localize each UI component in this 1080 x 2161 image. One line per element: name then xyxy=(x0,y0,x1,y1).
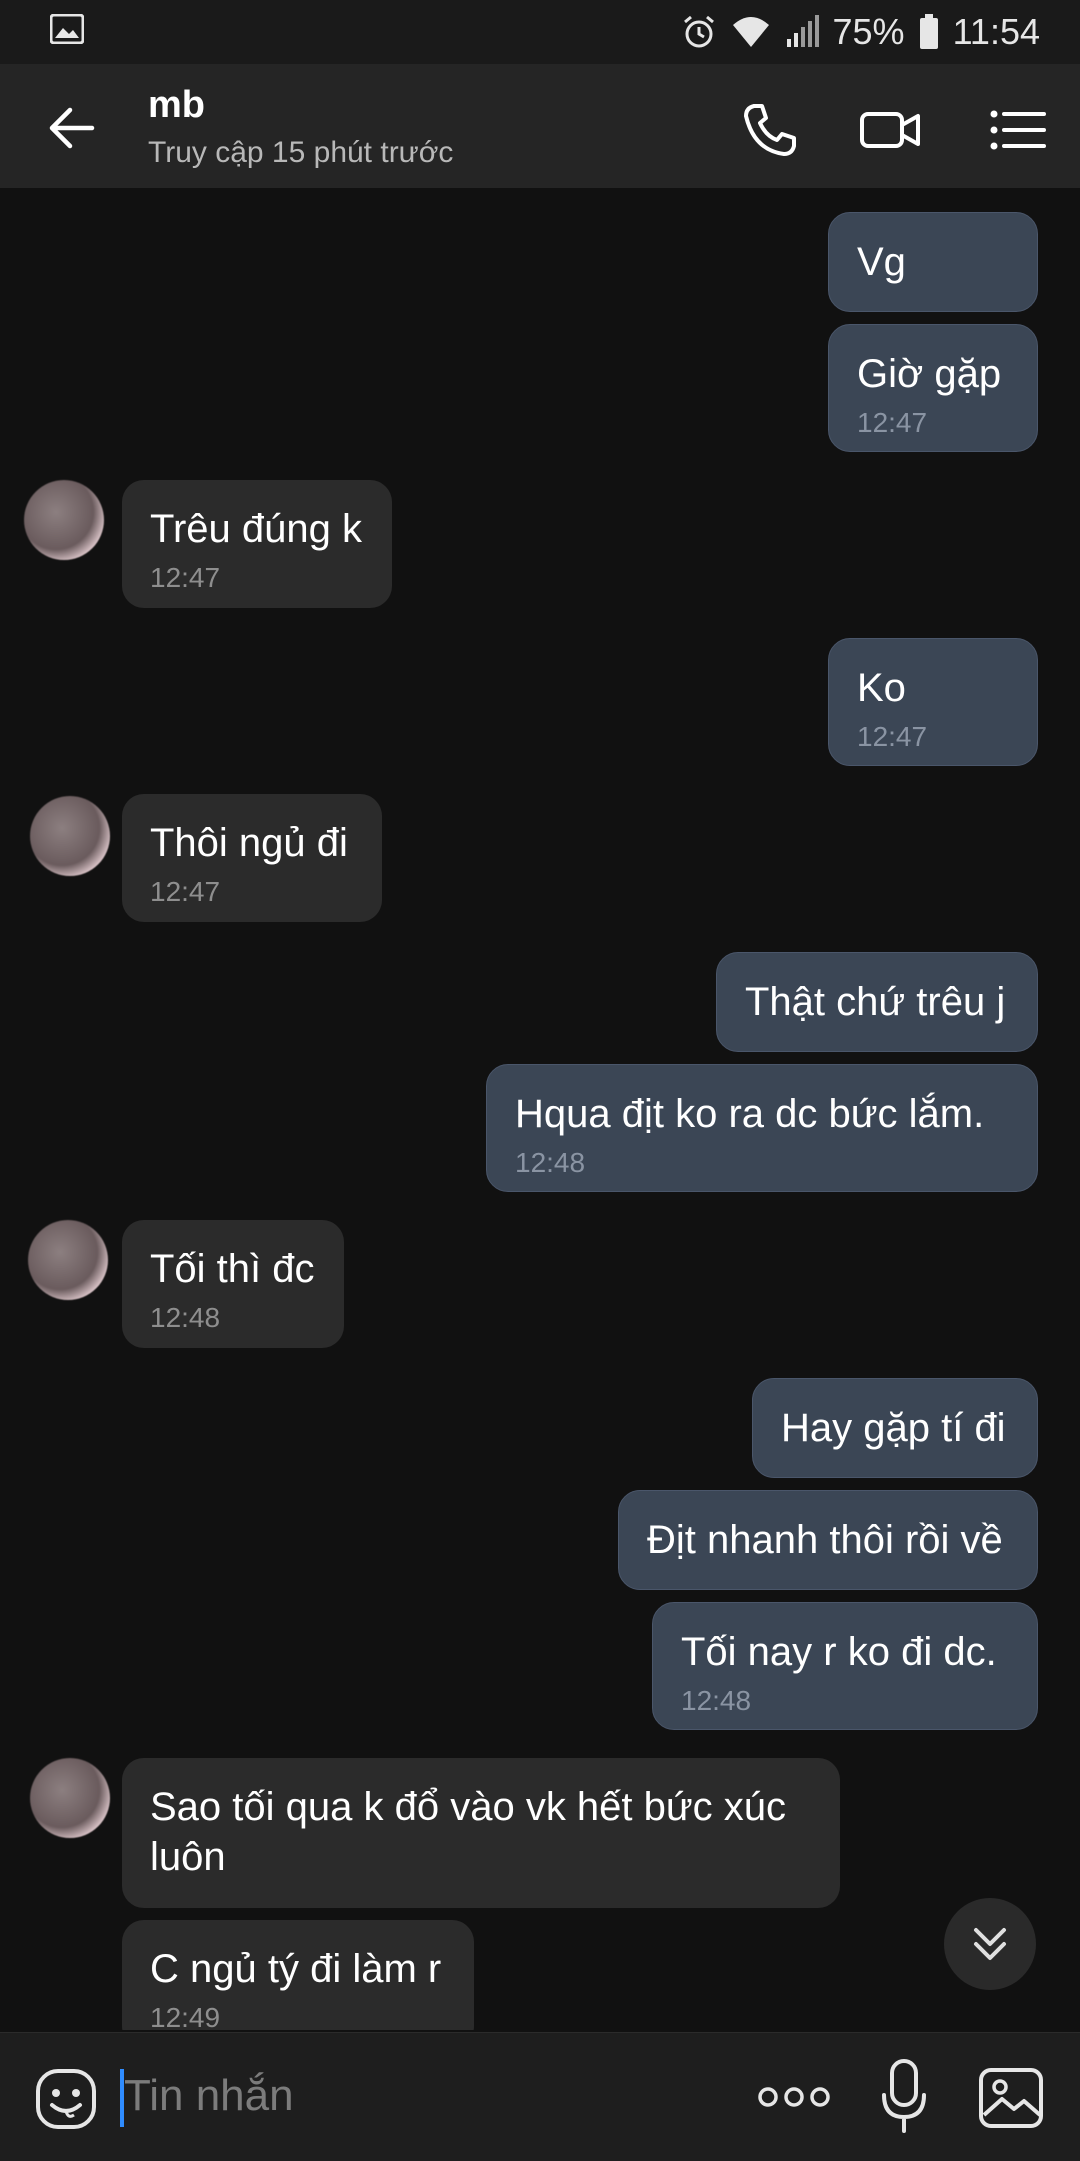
alarm-icon xyxy=(683,15,714,48)
message-outgoing[interactable]: Giờ gặp 12:47 xyxy=(828,324,1038,452)
message-time: 12:47 xyxy=(857,407,928,438)
message-time: 12:48 xyxy=(515,1147,586,1178)
battery-percent: 75% xyxy=(832,11,905,52)
message-outgoing[interactable]: Hay gặp tí đi xyxy=(752,1378,1038,1478)
message-incoming[interactable]: Tối thì đc 12:48 xyxy=(122,1220,344,1348)
scroll-to-bottom-button[interactable] xyxy=(944,1898,1036,1990)
message-text: Hay gặp tí đi xyxy=(781,1406,1006,1450)
message-incoming[interactable]: Thôi ngủ đi 12:47 xyxy=(122,794,382,922)
message-text: C ngủ tý đi làm r xyxy=(150,1947,442,1991)
message-text: Địt nhanh thôi rồi về xyxy=(647,1518,1003,1562)
message-time: 12:48 xyxy=(150,1302,221,1333)
avatar[interactable] xyxy=(24,480,104,560)
message-text: Tối thì đc xyxy=(150,1247,315,1291)
message-outgoing[interactable]: Hqua địt ko ra dc bức lắm. 12:48 xyxy=(486,1064,1038,1192)
back-arrow-icon[interactable] xyxy=(44,100,100,156)
message-outgoing[interactable]: Vg xyxy=(828,212,1038,312)
double-chevron-down-icon xyxy=(974,1928,1006,1960)
message-composer: Tin nhắn xyxy=(0,2032,1080,2161)
message-time: 12:47 xyxy=(150,562,221,593)
avatar[interactable] xyxy=(30,796,110,876)
message-time: 12:47 xyxy=(857,721,928,752)
message-incoming[interactable]: C ngủ tý đi làm r 12:49 xyxy=(122,1920,474,2030)
message-text: Thật chứ trêu j xyxy=(745,980,1006,1024)
signal-icon xyxy=(786,15,819,47)
last-seen-status: Truy cập 15 phút trước xyxy=(148,136,454,169)
chat-header: mb Truy cập 15 phút trước xyxy=(0,64,1080,188)
message-outgoing[interactable]: Thật chứ trêu j xyxy=(716,952,1038,1052)
message-outgoing[interactable]: Ko 12:47 xyxy=(828,638,1038,766)
message-text: Sao tối qua k đổ vào vk hết bức xúc luôn xyxy=(150,1785,787,1879)
message-list[interactable]: Vg Giờ gặp 12:47 Trêu đúng k 12:47 Ko 12… xyxy=(0,188,1080,2030)
message-text: Tối nay r ko đi dc. xyxy=(681,1630,997,1674)
message-time: 12:47 xyxy=(150,876,221,907)
message-outgoing[interactable]: Địt nhanh thôi rồi về xyxy=(618,1490,1038,1590)
message-incoming[interactable]: Trêu đúng k 12:47 xyxy=(122,480,392,608)
message-text: Giờ gặp xyxy=(857,352,1002,396)
message-incoming[interactable]: Sao tối qua k đổ vào vk hết bức xúc luôn xyxy=(122,1758,840,1908)
phone-icon[interactable] xyxy=(738,98,802,162)
clock: 11:54 xyxy=(952,11,1040,52)
more-options-icon[interactable] xyxy=(756,2077,832,2117)
message-outgoing[interactable]: Tối nay r ko đi dc. 12:48 xyxy=(652,1602,1038,1730)
avatar[interactable] xyxy=(30,1758,110,1838)
message-time: 12:49 xyxy=(150,2002,221,2030)
message-time: 12:48 xyxy=(681,1685,752,1716)
message-text: Thôi ngủ đi xyxy=(150,821,348,865)
message-text: Trêu đúng k xyxy=(150,507,362,551)
battery-icon xyxy=(919,14,938,49)
message-text: Hqua địt ko ra dc bức lắm. xyxy=(515,1092,985,1136)
status-icons: 75% 11:54 xyxy=(681,8,1040,56)
image-icon xyxy=(50,14,84,44)
emoji-icon[interactable] xyxy=(34,2067,98,2131)
wifi-icon xyxy=(732,17,769,47)
message-text: Vg xyxy=(857,240,906,284)
contact-name[interactable]: mb xyxy=(148,84,205,127)
status-bar: 75% 11:54 xyxy=(0,0,1080,64)
message-text: Ko xyxy=(857,666,906,710)
microphone-icon[interactable] xyxy=(880,2059,928,2135)
gallery-icon[interactable] xyxy=(978,2067,1044,2129)
menu-icon[interactable] xyxy=(986,98,1050,162)
avatar[interactable] xyxy=(28,1220,108,1300)
message-input[interactable]: Tin nhắn xyxy=(124,2067,294,2125)
video-call-icon[interactable] xyxy=(858,98,922,162)
